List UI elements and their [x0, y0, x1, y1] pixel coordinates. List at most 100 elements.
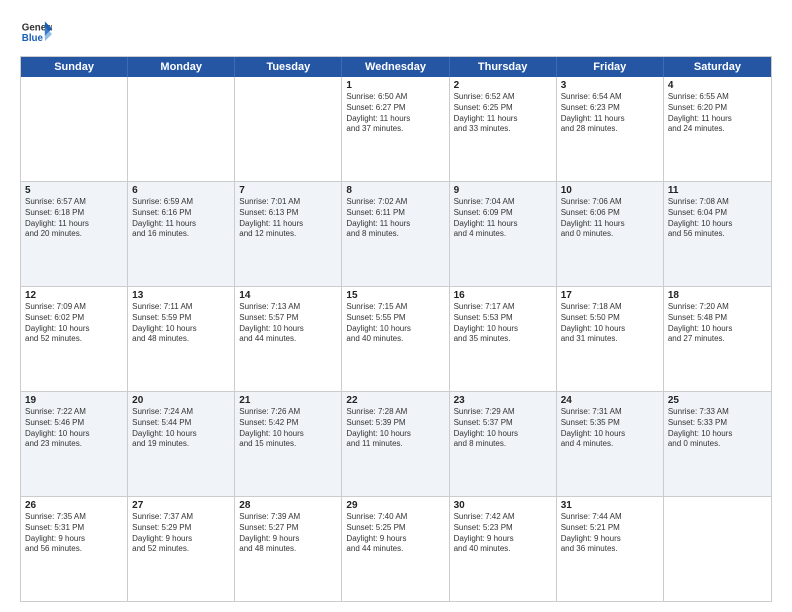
cell-info-text: Sunrise: 7:29 AM Sunset: 5:37 PM Dayligh…: [454, 407, 552, 450]
day-number: 29: [346, 500, 444, 511]
cell-info-text: Sunrise: 7:20 AM Sunset: 5:48 PM Dayligh…: [668, 302, 767, 345]
calendar-cell-2-4: 16Sunrise: 7:17 AM Sunset: 5:53 PM Dayli…: [450, 287, 557, 391]
cell-info-text: Sunrise: 7:18 AM Sunset: 5:50 PM Dayligh…: [561, 302, 659, 345]
calendar-cell-2-2: 14Sunrise: 7:13 AM Sunset: 5:57 PM Dayli…: [235, 287, 342, 391]
cell-info-text: Sunrise: 7:44 AM Sunset: 5:21 PM Dayligh…: [561, 512, 659, 555]
calendar-cell-1-0: 5Sunrise: 6:57 AM Sunset: 6:18 PM Daylig…: [21, 182, 128, 286]
cell-info-text: Sunrise: 7:39 AM Sunset: 5:27 PM Dayligh…: [239, 512, 337, 555]
cell-info-text: Sunrise: 7:24 AM Sunset: 5:44 PM Dayligh…: [132, 407, 230, 450]
day-number: 31: [561, 500, 659, 511]
calendar-cell-3-4: 23Sunrise: 7:29 AM Sunset: 5:37 PM Dayli…: [450, 392, 557, 496]
calendar-cell-0-1: [128, 77, 235, 181]
calendar-cell-1-3: 8Sunrise: 7:02 AM Sunset: 6:11 PM Daylig…: [342, 182, 449, 286]
day-number: 13: [132, 290, 230, 301]
cell-info-text: Sunrise: 7:31 AM Sunset: 5:35 PM Dayligh…: [561, 407, 659, 450]
day-number: 17: [561, 290, 659, 301]
calendar-cell-4-1: 27Sunrise: 7:37 AM Sunset: 5:29 PM Dayli…: [128, 497, 235, 601]
calendar-cell-0-3: 1Sunrise: 6:50 AM Sunset: 6:27 PM Daylig…: [342, 77, 449, 181]
day-number: 21: [239, 395, 337, 406]
day-number: 14: [239, 290, 337, 301]
day-number: 11: [668, 185, 767, 196]
cell-info-text: Sunrise: 7:13 AM Sunset: 5:57 PM Dayligh…: [239, 302, 337, 345]
day-number: 3: [561, 80, 659, 91]
calendar-cell-1-4: 9Sunrise: 7:04 AM Sunset: 6:09 PM Daylig…: [450, 182, 557, 286]
day-number: 4: [668, 80, 767, 91]
cell-info-text: Sunrise: 7:17 AM Sunset: 5:53 PM Dayligh…: [454, 302, 552, 345]
calendar-row-3: 19Sunrise: 7:22 AM Sunset: 5:46 PM Dayli…: [21, 392, 771, 497]
day-number: 9: [454, 185, 552, 196]
calendar-cell-4-2: 28Sunrise: 7:39 AM Sunset: 5:27 PM Dayli…: [235, 497, 342, 601]
calendar-cell-3-0: 19Sunrise: 7:22 AM Sunset: 5:46 PM Dayli…: [21, 392, 128, 496]
day-header-friday: Friday: [557, 57, 664, 77]
cell-info-text: Sunrise: 7:01 AM Sunset: 6:13 PM Dayligh…: [239, 197, 337, 240]
calendar: SundayMondayTuesdayWednesdayThursdayFrid…: [20, 56, 772, 602]
day-number: 8: [346, 185, 444, 196]
day-header-sunday: Sunday: [21, 57, 128, 77]
calendar-cell-4-0: 26Sunrise: 7:35 AM Sunset: 5:31 PM Dayli…: [21, 497, 128, 601]
cell-info-text: Sunrise: 6:55 AM Sunset: 6:20 PM Dayligh…: [668, 92, 767, 135]
calendar-cell-4-5: 31Sunrise: 7:44 AM Sunset: 5:21 PM Dayli…: [557, 497, 664, 601]
header: General Blue: [20, 18, 772, 50]
cell-info-text: Sunrise: 7:28 AM Sunset: 5:39 PM Dayligh…: [346, 407, 444, 450]
day-number: 10: [561, 185, 659, 196]
calendar-cell-0-2: [235, 77, 342, 181]
calendar-cell-4-6: [664, 497, 771, 601]
calendar-cell-3-2: 21Sunrise: 7:26 AM Sunset: 5:42 PM Dayli…: [235, 392, 342, 496]
cell-info-text: Sunrise: 7:09 AM Sunset: 6:02 PM Dayligh…: [25, 302, 123, 345]
calendar-cell-3-3: 22Sunrise: 7:28 AM Sunset: 5:39 PM Dayli…: [342, 392, 449, 496]
day-number: 12: [25, 290, 123, 301]
cell-info-text: Sunrise: 7:15 AM Sunset: 5:55 PM Dayligh…: [346, 302, 444, 345]
calendar-cell-3-5: 24Sunrise: 7:31 AM Sunset: 5:35 PM Dayli…: [557, 392, 664, 496]
calendar-cell-2-0: 12Sunrise: 7:09 AM Sunset: 6:02 PM Dayli…: [21, 287, 128, 391]
day-header-thursday: Thursday: [450, 57, 557, 77]
day-number: 22: [346, 395, 444, 406]
day-number: 27: [132, 500, 230, 511]
calendar-row-4: 26Sunrise: 7:35 AM Sunset: 5:31 PM Dayli…: [21, 497, 771, 601]
cell-info-text: Sunrise: 7:04 AM Sunset: 6:09 PM Dayligh…: [454, 197, 552, 240]
calendar-cell-0-4: 2Sunrise: 6:52 AM Sunset: 6:25 PM Daylig…: [450, 77, 557, 181]
logo-icon: General Blue: [20, 18, 52, 50]
day-number: 25: [668, 395, 767, 406]
calendar-cell-3-1: 20Sunrise: 7:24 AM Sunset: 5:44 PM Dayli…: [128, 392, 235, 496]
calendar-row-1: 5Sunrise: 6:57 AM Sunset: 6:18 PM Daylig…: [21, 182, 771, 287]
calendar-row-0: 1Sunrise: 6:50 AM Sunset: 6:27 PM Daylig…: [21, 77, 771, 182]
cell-info-text: Sunrise: 6:50 AM Sunset: 6:27 PM Dayligh…: [346, 92, 444, 135]
calendar-cell-3-6: 25Sunrise: 7:33 AM Sunset: 5:33 PM Dayli…: [664, 392, 771, 496]
svg-text:Blue: Blue: [22, 33, 44, 44]
cell-info-text: Sunrise: 6:59 AM Sunset: 6:16 PM Dayligh…: [132, 197, 230, 240]
cell-info-text: Sunrise: 7:40 AM Sunset: 5:25 PM Dayligh…: [346, 512, 444, 555]
day-number: 7: [239, 185, 337, 196]
page: General Blue SundayMondayTuesdayWednesda…: [0, 0, 792, 612]
day-number: 30: [454, 500, 552, 511]
day-header-wednesday: Wednesday: [342, 57, 449, 77]
cell-info-text: Sunrise: 7:26 AM Sunset: 5:42 PM Dayligh…: [239, 407, 337, 450]
cell-info-text: Sunrise: 7:35 AM Sunset: 5:31 PM Dayligh…: [25, 512, 123, 555]
logo: General Blue: [20, 18, 52, 50]
cell-info-text: Sunrise: 7:22 AM Sunset: 5:46 PM Dayligh…: [25, 407, 123, 450]
calendar-cell-1-1: 6Sunrise: 6:59 AM Sunset: 6:16 PM Daylig…: [128, 182, 235, 286]
day-number: 1: [346, 80, 444, 91]
cell-info-text: Sunrise: 6:52 AM Sunset: 6:25 PM Dayligh…: [454, 92, 552, 135]
calendar-cell-0-0: [21, 77, 128, 181]
day-number: 18: [668, 290, 767, 301]
day-header-saturday: Saturday: [664, 57, 771, 77]
calendar-header: SundayMondayTuesdayWednesdayThursdayFrid…: [21, 57, 771, 77]
cell-info-text: Sunrise: 7:11 AM Sunset: 5:59 PM Dayligh…: [132, 302, 230, 345]
calendar-row-2: 12Sunrise: 7:09 AM Sunset: 6:02 PM Dayli…: [21, 287, 771, 392]
cell-info-text: Sunrise: 6:57 AM Sunset: 6:18 PM Dayligh…: [25, 197, 123, 240]
calendar-cell-1-2: 7Sunrise: 7:01 AM Sunset: 6:13 PM Daylig…: [235, 182, 342, 286]
cell-info-text: Sunrise: 7:42 AM Sunset: 5:23 PM Dayligh…: [454, 512, 552, 555]
cell-info-text: Sunrise: 7:02 AM Sunset: 6:11 PM Dayligh…: [346, 197, 444, 240]
day-number: 6: [132, 185, 230, 196]
day-number: 19: [25, 395, 123, 406]
day-number: 15: [346, 290, 444, 301]
day-number: 2: [454, 80, 552, 91]
day-number: 23: [454, 395, 552, 406]
day-number: 5: [25, 185, 123, 196]
calendar-cell-4-3: 29Sunrise: 7:40 AM Sunset: 5:25 PM Dayli…: [342, 497, 449, 601]
day-number: 28: [239, 500, 337, 511]
day-header-monday: Monday: [128, 57, 235, 77]
cell-info-text: Sunrise: 7:37 AM Sunset: 5:29 PM Dayligh…: [132, 512, 230, 555]
day-number: 26: [25, 500, 123, 511]
calendar-cell-2-3: 15Sunrise: 7:15 AM Sunset: 5:55 PM Dayli…: [342, 287, 449, 391]
